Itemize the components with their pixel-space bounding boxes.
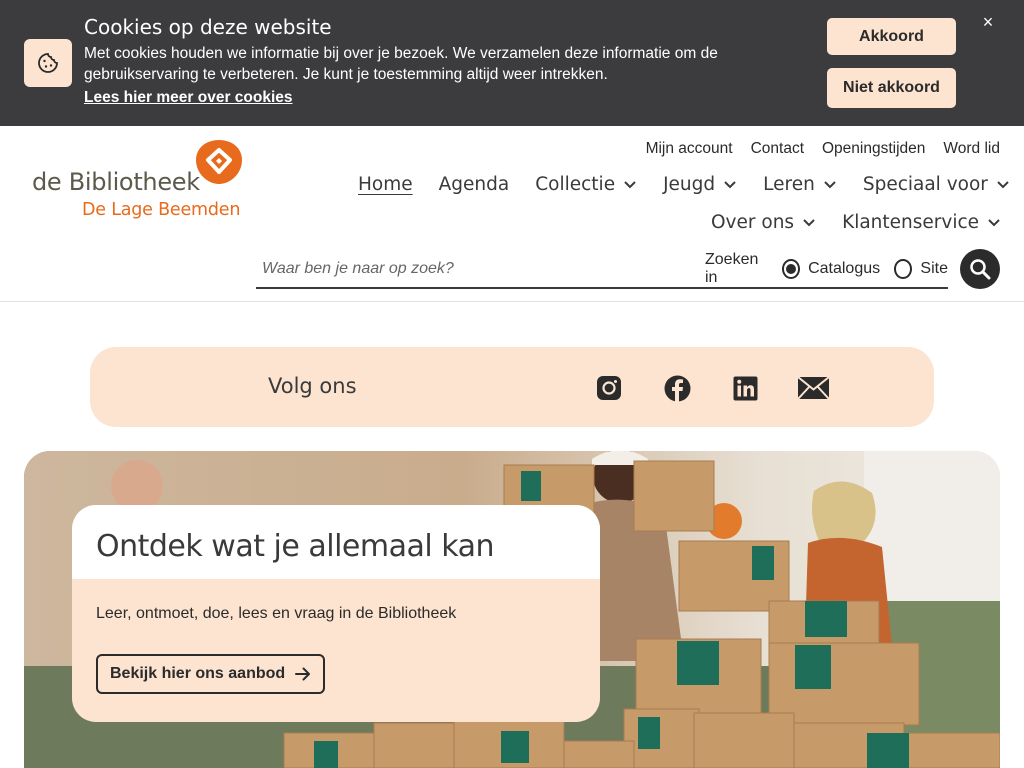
nav-label: Klantenservice (842, 212, 980, 233)
hero-card: Ontdek wat je allemaal kan Leer, ontmoet… (72, 505, 600, 722)
nav-item-klantenservice[interactable]: Klantenservice (842, 212, 1001, 233)
chevron-down-icon (824, 180, 836, 188)
nav-item-speciaal-voor[interactable]: Speciaal voor (863, 174, 1010, 195)
search-button[interactable] (960, 249, 1000, 289)
hero-text: Leer, ontmoet, doe, lees en vraag in de … (96, 605, 457, 622)
radio-catalogus-label[interactable]: Catalogus (808, 260, 880, 278)
nav-item-home[interactable]: Home (358, 174, 413, 195)
cookie-icon (24, 39, 72, 87)
hero-title: Ontdek wat je allemaal kan (96, 529, 494, 564)
chevron-down-icon (803, 218, 815, 226)
nav-item-collectie[interactable]: Collectie (535, 174, 637, 195)
radio-site[interactable] (894, 258, 913, 279)
cookie-info-link[interactable]: Lees hier meer over cookies (84, 89, 293, 107)
nav-label: Speciaal voor (862, 174, 988, 195)
instagram-icon[interactable] (595, 374, 623, 402)
arrow-right-icon (295, 667, 311, 681)
nav-label: Agenda (438, 174, 510, 195)
nav-label: Home (358, 174, 413, 195)
radio-catalogus[interactable] (781, 258, 801, 279)
nav-item-agenda[interactable]: Agenda (439, 174, 510, 195)
logo-main-text: de Bibliotheek (32, 168, 200, 196)
mail-icon[interactable] (796, 374, 830, 402)
link-mijn-account[interactable]: Mijn account (646, 140, 733, 158)
chevron-down-icon (724, 180, 736, 188)
logo-sub-text: De Lage Beemden (82, 200, 241, 220)
nav-label: Collectie (535, 174, 616, 195)
cookie-text: Met cookies houden we informatie bij ove… (84, 45, 718, 83)
decline-cookies-button[interactable]: Niet akkoord (827, 68, 956, 108)
cookie-banner: Cookies op deze website Met cookies houd… (0, 0, 1024, 126)
chevron-down-icon (624, 180, 636, 188)
search-scope-label: Zoeken in (705, 250, 759, 286)
cookie-title: Cookies op deze website (84, 15, 332, 39)
nav-label: Leren (763, 174, 815, 195)
follow-label: Volg ons (268, 374, 357, 398)
radio-site-label[interactable]: Site (920, 260, 948, 278)
close-icon[interactable]: × (978, 12, 998, 32)
utility-nav: Mijn account Contact Openingstijden Word… (646, 140, 1000, 158)
site-header: de Bibliotheek De Lage Beemden Mijn acco… (0, 126, 1024, 302)
search-icon (970, 259, 991, 280)
hero-cta-label: Bekijk hier ons aanbod (110, 665, 286, 682)
facebook-icon[interactable] (663, 374, 691, 402)
link-word-lid[interactable]: Word lid (943, 140, 1000, 158)
chevron-down-icon (997, 180, 1009, 188)
nav-item-jeugd[interactable]: Jeugd (663, 174, 737, 195)
main-nav-row-1: Home Agenda Collectie Jeugd Leren Specia… (358, 174, 1010, 195)
logo-mark-icon (196, 140, 242, 184)
nav-item-leren[interactable]: Leren (763, 174, 837, 195)
follow-us-bar: Volg ons (90, 347, 934, 427)
accept-cookies-button[interactable]: Akkoord (827, 18, 956, 55)
site-logo[interactable]: de Bibliotheek De Lage Beemden (32, 138, 247, 222)
search-bar: Zoeken in Catalogus Site (256, 250, 948, 289)
search-scope: Zoeken in Catalogus Site (693, 250, 948, 287)
main-nav-row-2: Over ons Klantenservice (711, 212, 1001, 233)
linkedin-icon[interactable] (731, 374, 759, 402)
search-input[interactable] (256, 250, 693, 287)
nav-label: Jeugd (663, 174, 716, 195)
link-openingstijden[interactable]: Openingstijden (822, 140, 925, 158)
link-contact[interactable]: Contact (751, 140, 804, 158)
nav-label: Over ons (711, 212, 795, 233)
nav-item-over-ons[interactable]: Over ons (711, 212, 816, 233)
hero-cta-button[interactable]: Bekijk hier ons aanbod (96, 654, 325, 694)
chevron-down-icon (988, 218, 1000, 226)
